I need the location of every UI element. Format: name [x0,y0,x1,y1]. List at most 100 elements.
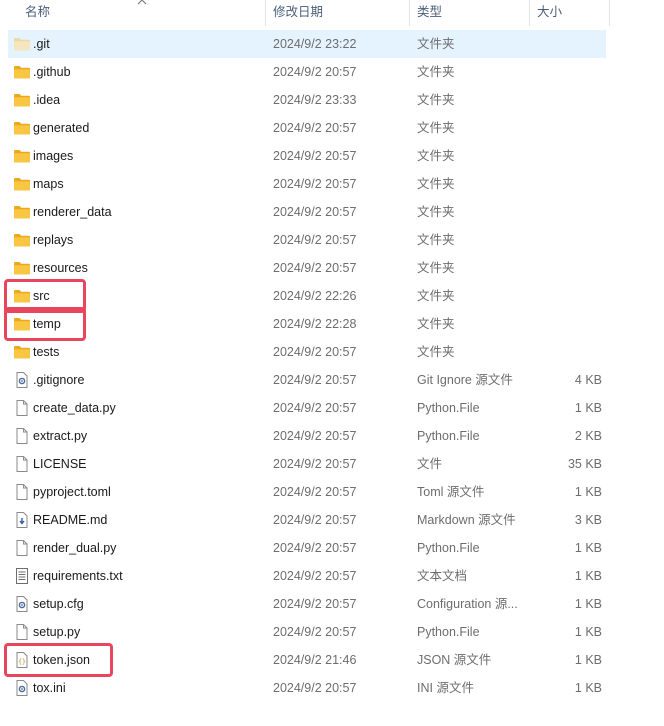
folder-icon [13,204,31,220]
file-type: 文件夹 [417,65,455,79]
file-type: Python.File [417,625,480,639]
file-name: extract.py [33,429,88,443]
file-size: 1 KB [574,597,602,611]
file-row[interactable]: pyproject.toml 2024/9/2 20:57 Toml 源文件 1 KB [8,478,606,506]
file-row[interactable]: src 2024/9/2 22:26 文件夹 [8,282,606,310]
file-row[interactable]: .git 2024/9/2 23:22 文件夹 [8,30,606,58]
file-modified: 2024/9/2 23:33 [273,93,357,107]
file-name: resources [33,261,88,275]
file-modified: 2024/9/2 20:57 [273,345,357,359]
text-file-icon [13,568,31,584]
file-row[interactable]: README.md 2024/9/2 20:57 Markdown 源文件 3 KB [8,506,606,534]
file-type: Configuration 源... [417,597,518,611]
file-type: 文件夹 [417,317,455,331]
file-row[interactable]: LICENSE 2024/9/2 20:57 文件 35 KB [8,450,606,478]
file-modified: 2024/9/2 20:57 [273,485,357,499]
file-modified: 2024/9/2 20:57 [273,625,357,639]
file-type: INI 源文件 [417,681,474,695]
column-header-bar: 名称 修改日期 类型 大小 [0,0,610,26]
file-type: Markdown 源文件 [417,513,516,527]
column-divider[interactable] [265,0,266,26]
file-type: 文件夹 [417,261,455,275]
file-row[interactable]: replays 2024/9/2 20:57 文件夹 [8,226,606,254]
file-modified: 2024/9/2 20:57 [273,65,357,79]
file-row[interactable]: setup.cfg 2024/9/2 20:57 Configuration 源..… [8,590,606,618]
file-type: Python.File [417,429,480,443]
file-name: render_dual.py [33,541,117,555]
file-type: 文件夹 [417,177,455,191]
file-name: .idea [33,93,61,107]
file-row[interactable]: images 2024/9/2 20:57 文件夹 [8,142,606,170]
file-modified: 2024/9/2 20:57 [273,569,357,583]
file-row[interactable]: setup.py 2024/9/2 20:57 Python.File 1 KB [8,618,606,646]
file-modified: 2024/9/2 23:22 [273,37,357,51]
folder-icon [13,232,31,248]
folder-icon [13,64,31,80]
file-size: 3 KB [574,513,602,527]
column-divider[interactable] [529,0,530,26]
file-type: 文件夹 [417,121,455,135]
file-name: requirements.txt [33,569,123,583]
column-divider[interactable] [409,0,410,26]
file-type: Python.File [417,541,480,555]
file-size: 1 KB [574,625,602,639]
file-modified: 2024/9/2 20:57 [273,121,357,135]
file-name: setup.cfg [33,597,84,611]
folder-icon [13,92,31,108]
file-icon [13,400,31,416]
file-name: .gitignore [33,373,85,387]
file-row[interactable]: resources 2024/9/2 20:57 文件夹 [8,254,606,282]
file-type: Git Ignore 源文件 [417,373,513,387]
file-row[interactable]: tox.ini 2024/9/2 20:57 INI 源文件 1 KB [8,674,606,702]
file-name: README.md [33,513,108,527]
folder-icon [13,148,31,164]
file-modified: 2024/9/2 20:57 [273,541,357,555]
file-type: 文件夹 [417,205,455,219]
file-row[interactable]: render_dual.py 2024/9/2 20:57 Python.File 1… [8,534,606,562]
file-modified: 2024/9/2 20:57 [273,233,357,247]
file-name: tox.ini [33,681,66,695]
file-modified: 2024/9/2 22:28 [273,317,357,331]
file-row[interactable]: generated 2024/9/2 20:57 文件夹 [8,114,606,142]
file-row[interactable]: maps 2024/9/2 20:57 文件夹 [8,170,606,198]
file-modified: 2024/9/2 21:46 [273,653,357,667]
file-type: 文本文档 [417,569,468,583]
file-row[interactable]: temp 2024/9/2 22:28 文件夹 [8,310,606,338]
file-row[interactable]: requirements.txt 2024/9/2 20:57 文本文档 1 KB [8,562,606,590]
file-name: replays [33,233,74,247]
file-size: 2 KB [574,429,602,443]
file-modified: 2024/9/2 20:57 [273,429,357,443]
file-modified: 2024/9/2 22:26 [273,289,357,303]
file-type: Toml 源文件 [417,485,485,499]
column-header-size[interactable]: 大小 [537,0,562,26]
column-header-modified[interactable]: 修改日期 [273,0,323,26]
file-name: images [33,149,74,163]
file-name: .git [33,37,50,51]
file-icon [13,456,31,472]
file-icon [13,428,31,444]
file-size: 1 KB [574,569,602,583]
file-type: 文件夹 [417,345,455,359]
file-type: 文件 [417,457,443,471]
file-modified: 2024/9/2 20:57 [273,261,357,275]
file-type: 文件夹 [417,289,455,303]
file-row[interactable]: extract.py 2024/9/2 20:57 Python.File 2 KB [8,422,606,450]
file-modified: 2024/9/2 20:57 [273,457,357,471]
file-row[interactable]: .idea 2024/9/2 23:33 文件夹 [8,86,606,114]
file-size: 1 KB [574,401,602,415]
file-modified: 2024/9/2 20:57 [273,597,357,611]
file-name: setup.py [33,625,81,639]
file-row[interactable]: tests 2024/9/2 20:57 文件夹 [8,338,606,366]
file-type: 文件夹 [417,233,455,247]
file-row[interactable]: .github 2024/9/2 20:57 文件夹 [8,58,606,86]
file-type: 文件夹 [417,93,455,107]
file-row[interactable]: .gitignore 2024/9/2 20:57 Git Ignore 源文件 4 … [8,366,606,394]
column-header-name[interactable]: 名称 [25,0,50,26]
column-divider[interactable] [609,0,610,26]
file-size: 1 KB [574,653,602,667]
file-row[interactable]: renderer_data 2024/9/2 20:57 文件夹 [8,198,606,226]
column-header-type[interactable]: 类型 [417,0,442,26]
markdown-file-icon [13,512,31,528]
file-name: renderer_data [33,205,112,219]
file-row[interactable]: create_data.py 2024/9/2 20:57 Python.File 1… [8,394,606,422]
